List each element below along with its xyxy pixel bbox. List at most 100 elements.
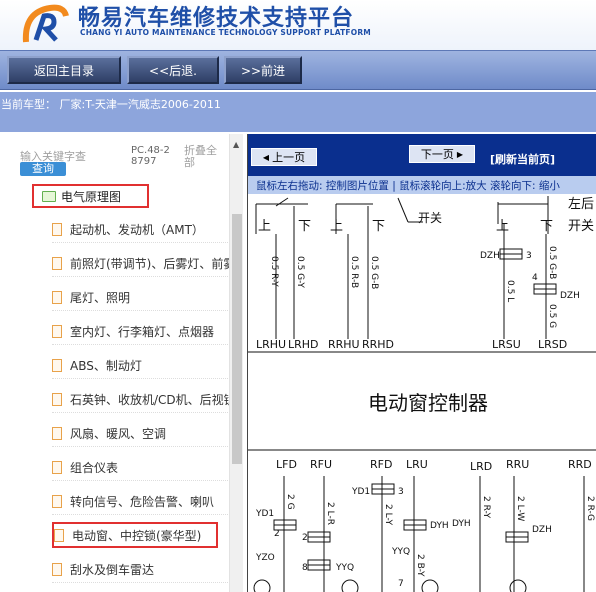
- app-header: 畅易汽车维修技术支持平台 CHANG YI AUTO MAINTENANCE T…: [0, 0, 596, 50]
- wire-label: 2 L-W: [515, 496, 525, 521]
- tree-item-label: 电动窗、中控锁(豪华型): [72, 528, 202, 543]
- wire-label: 2 G: [285, 494, 295, 510]
- viewer-hint: 鼠标左右拖动: 控制图片位置 | 鼠标滚轮向上:放大 滚轮向下: 缩小: [248, 176, 596, 194]
- document-icon: [52, 223, 62, 236]
- tree-item[interactable]: 前照灯(带调节)、后雾灯、前雾灯: [52, 251, 230, 277]
- toolbar: 返回主目录 <<后退. >>前进: [0, 50, 596, 90]
- pin-label: LFD: [276, 458, 297, 471]
- pin-label: LRU: [406, 458, 428, 471]
- wire-label: 2 L-Y: [383, 504, 393, 526]
- tree-item-label: 刮水及倒车雷达: [70, 563, 155, 577]
- wire-label: 2 L-R: [325, 502, 335, 525]
- fold-all-link[interactable]: 折叠全部: [184, 145, 224, 169]
- wire-label: 0.5 G-B: [369, 256, 379, 289]
- pin-label: RRHU: [328, 338, 360, 351]
- tree-item-label: 风扇、暖风、空调: [70, 427, 167, 441]
- folder-icon: [42, 190, 56, 202]
- next-page-label: 下一页: [420, 148, 454, 161]
- tree-item-label: 转向信号、危险告警、喇叭: [70, 495, 215, 509]
- next-page-button[interactable]: 下一页 ▶: [409, 145, 475, 163]
- pin-label: LRHU: [256, 338, 286, 351]
- connector-label: YD1: [255, 509, 274, 519]
- viewer-nav-bar: ◀ 上一页 下一页 ▶ [刷新当前页]: [248, 134, 596, 176]
- tree-item[interactable]: 石英钟、收放机/CD机、后视镜: [52, 387, 230, 413]
- search-box: 输入关键字查 查询: [20, 146, 120, 176]
- connector-label: 7: [398, 579, 404, 589]
- wire-label: 0.5 R-B: [349, 256, 359, 288]
- arrow-right-icon: ▶: [456, 149, 464, 159]
- switch-label: 上: [496, 219, 509, 234]
- connector-label: DZH: [480, 251, 500, 261]
- connector-label: 2: [302, 533, 308, 543]
- pin-label: LRSD: [538, 338, 567, 351]
- connector-label: YD1: [351, 487, 370, 497]
- current-vehicle: 当前车型： 厂家:T-天津一汽威志2006-2011: [0, 92, 596, 132]
- pin-label: RRHD: [362, 338, 394, 351]
- switch-label: 开关: [418, 211, 442, 225]
- pin-label: LRD: [470, 460, 492, 473]
- connector-label: 3: [526, 251, 532, 261]
- document-icon: [52, 359, 62, 372]
- tree-root-label: 电气原理图: [61, 189, 122, 204]
- switch-label: 下: [372, 219, 385, 234]
- document-icon: [52, 563, 62, 576]
- tree-item-label: 前照灯(带调节)、后雾灯、前雾灯: [70, 257, 230, 271]
- wire-label: 0.5 G-Y: [295, 256, 305, 288]
- tree-item[interactable]: 风扇、暖风、空调: [52, 421, 230, 447]
- connector-label: YYQ: [335, 563, 354, 573]
- tree-item[interactable]: 室内灯、行李箱灯、点烟器: [52, 319, 230, 345]
- connector-label: DYH: [430, 521, 449, 531]
- switch-label: 下: [298, 219, 311, 234]
- prev-page-button[interactable]: ◀ 上一页: [251, 148, 317, 166]
- tree-scrollbar[interactable]: ▲: [229, 134, 243, 592]
- document-icon: [52, 495, 62, 508]
- tree-item[interactable]: 起动机、发动机（AMT）: [52, 217, 230, 243]
- connector-label: 2: [274, 529, 280, 539]
- tree-item-selected[interactable]: 电动窗、中控锁(豪华型): [52, 522, 218, 548]
- tree-item[interactable]: 尾灯、照明: [52, 285, 230, 311]
- document-icon: [54, 528, 64, 542]
- controller-label: 电动窗控制器: [368, 391, 488, 415]
- wire-label: 2 R-Y: [481, 496, 491, 519]
- scroll-up-icon[interactable]: ▲: [233, 140, 239, 149]
- pin-label: RRU: [506, 458, 529, 471]
- switch-label: 上: [330, 219, 343, 234]
- tree-item[interactable]: ABS、制动灯: [52, 353, 230, 379]
- pin-label: RRD: [568, 458, 592, 471]
- prev-page-label: 上一页: [272, 151, 306, 164]
- tree-item-label: 起动机、发动机（AMT）: [70, 223, 204, 237]
- document-icon: [52, 393, 62, 406]
- tree-item-label: 组合仪表: [70, 461, 119, 475]
- viewer-pane: ◀ 上一页 下一页 ▶ [刷新当前页] 鼠标左右拖动: 控制图片位置 | 鼠标滚轮向…: [247, 134, 596, 592]
- wire-label: 0.5 G-B: [547, 246, 557, 279]
- document-icon: [52, 427, 62, 440]
- wire-label: 2 R-G: [585, 496, 595, 521]
- connector-label: 8: [302, 563, 308, 573]
- wiring-diagram[interactable]: 上 下 上 下 开关 上 下 左后 开关 0.5 R-Y 0.5 G-Y 0.5…: [248, 194, 596, 592]
- connector-label: YYQ: [391, 547, 410, 557]
- pc-code: PC.48-28797: [131, 145, 170, 167]
- switch-label: 上: [258, 219, 271, 234]
- pin-label: RFU: [310, 458, 332, 471]
- tree-item-label: 石英钟、收放机/CD机、后视镜: [70, 393, 230, 407]
- tree-item[interactable]: 刮水及倒车雷达: [52, 557, 230, 583]
- back-button[interactable]: <<后退.: [127, 56, 219, 84]
- forward-button[interactable]: >>前进: [224, 56, 302, 84]
- connector-label: YZO: [255, 553, 275, 563]
- document-icon: [52, 257, 62, 270]
- switch-label: 左后: [568, 197, 594, 212]
- scroll-thumb[interactable]: [232, 214, 242, 464]
- document-icon: [52, 291, 62, 304]
- wire-label: 2 B-Y: [415, 554, 425, 577]
- connector-label: DYH: [452, 519, 471, 529]
- tree-item[interactable]: 组合仪表: [52, 455, 230, 481]
- pin-label: LRSU: [492, 338, 521, 351]
- refresh-page-link[interactable]: [刷新当前页]: [490, 151, 555, 167]
- tree-item[interactable]: 转向信号、危险告警、喇叭: [52, 489, 230, 515]
- pin-label: LRHD: [288, 338, 319, 351]
- query-button[interactable]: 查询: [20, 162, 66, 176]
- wire-label: 0.5 R-Y: [269, 256, 279, 287]
- document-icon: [52, 325, 62, 338]
- home-button[interactable]: 返回主目录: [7, 56, 121, 84]
- tree-root-electrical[interactable]: 电气原理图: [32, 184, 149, 208]
